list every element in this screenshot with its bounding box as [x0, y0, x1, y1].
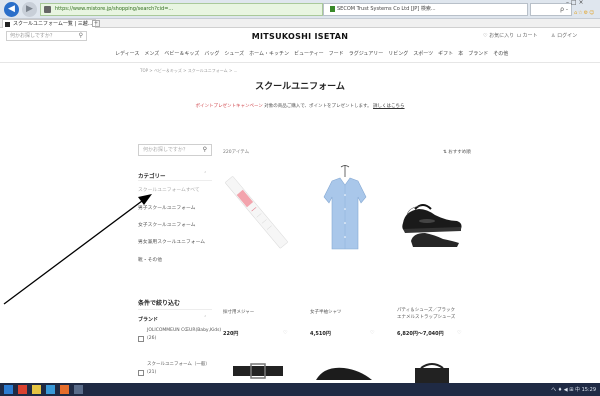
- campaign-link[interactable]: 詳しくはこちら: [373, 104, 405, 109]
- page-title: スクールユニフォーム: [255, 82, 345, 92]
- brand-count: (26): [147, 336, 157, 341]
- global-nav-item[interactable]: ベビー＆キッズ: [164, 50, 199, 57]
- product-image-loafer[interactable]: [310, 360, 380, 383]
- tab-bar: スクールユニフォーム一覧 | 三越... +: [0, 19, 600, 28]
- global-nav-item[interactable]: ブランド: [468, 50, 488, 57]
- cart-link[interactable]: ⊔ カート: [517, 32, 538, 39]
- sidebar-search-input[interactable]: 何かお探しですか？ ⚲: [138, 144, 212, 156]
- category-item[interactable]: 女子スクールユニフォーム: [138, 221, 195, 228]
- heart-icon[interactable]: ♡: [457, 330, 461, 336]
- product-price: 220円: [223, 331, 239, 337]
- product-image-measuring-tape[interactable]: [223, 163, 293, 259]
- cert-text: SECOM Trust Systems Co Ltd [JP]: [337, 6, 420, 12]
- chevron-up-icon[interactable]: ˆ: [204, 316, 207, 322]
- cert-suffix: 検索...: [420, 6, 436, 12]
- favicon-icon: [5, 22, 10, 27]
- campaign-text: 対象の商品ご購入で、ポイントをプレゼントします。: [264, 104, 372, 109]
- global-nav-item[interactable]: バッグ: [204, 50, 219, 57]
- sort-select[interactable]: ⇅ おすすめ順: [443, 149, 471, 155]
- product-name[interactable]: 女子半袖シャツ: [310, 309, 342, 316]
- toolbar-icons[interactable]: ⌂☆⚙☺: [574, 10, 595, 16]
- category-item[interactable]: スクールユニフォームすべて: [138, 186, 200, 193]
- category-item[interactable]: 男子スクールユニフォーム: [138, 204, 195, 211]
- breadcrumb[interactable]: TOP > ベビー＆キッズ > スクールユニフォーム > ...: [140, 68, 237, 74]
- brand-count: (21): [147, 370, 157, 375]
- tab-active[interactable]: スクールユニフォーム一覧 | 三越...: [2, 19, 97, 28]
- product-image-strap-shoes[interactable]: [397, 163, 467, 259]
- favorites-link[interactable]: ♡ お気に入り: [483, 32, 514, 39]
- search-icon[interactable]: ⚲: [203, 145, 207, 155]
- tab-title: スクールユニフォーム一覧 | 三越...: [13, 21, 93, 27]
- url-field[interactable]: https://www.mistore.jp/shopping/search?c…: [40, 3, 323, 16]
- product-name[interactable]: パティ＆シューズ／ブラックエナメルストラップシューズ: [397, 307, 459, 321]
- product-price: 6,820円〜7,040円: [397, 331, 444, 337]
- brand-heading[interactable]: ブランド: [138, 316, 158, 323]
- brand-checkbox[interactable]: [138, 370, 144, 376]
- global-nav-item[interactable]: シューズ: [224, 50, 244, 57]
- product-image-bag[interactable]: [397, 360, 467, 383]
- category-item[interactable]: 靴・その他: [138, 256, 162, 263]
- lock-icon: [44, 6, 51, 13]
- product-image-girls-shirt[interactable]: [310, 163, 380, 259]
- global-nav-item[interactable]: その他: [493, 50, 508, 57]
- filter-heading: 条件で絞り込む: [138, 300, 181, 307]
- heart-icon[interactable]: ♡: [283, 330, 287, 336]
- browser-window: ◀ ▶ https://www.mistore.jp/shopping/sear…: [0, 0, 600, 396]
- login-link[interactable]: ♙ ログイン: [551, 32, 577, 39]
- site-content: 何かお探しですか？ ⚲ MITSUKOSHI ISETAN ♡ お気に入り ⊔ …: [0, 28, 600, 383]
- global-nav: レディース メンズ ベビー＆キッズ バッグ シューズ ホーム・キッチン ビューティー フードラ…: [115, 50, 508, 57]
- category-heading[interactable]: カテゴリー: [138, 172, 166, 180]
- brand-checkbox[interactable]: [138, 336, 144, 342]
- certificate-indicator[interactable]: SECOM Trust Systems Co Ltd [JP] 検索...: [323, 3, 528, 16]
- heart-icon[interactable]: ♡: [370, 330, 374, 336]
- padlock-icon: [330, 5, 335, 12]
- divider: [138, 180, 212, 181]
- taskbar: へ ♦ ◀ ⊞ 中 15:29: [0, 383, 600, 396]
- header-divider: [0, 62, 600, 63]
- global-nav-item[interactable]: フード: [329, 50, 344, 57]
- new-tab-icon[interactable]: +: [92, 20, 100, 27]
- global-nav-item[interactable]: メンズ: [144, 50, 159, 57]
- campaign-highlight[interactable]: ポイントプレゼントキャンペーン: [195, 104, 262, 109]
- system-tray[interactable]: へ ♦ ◀ ⊞ 中 15:29: [551, 386, 596, 393]
- global-nav-item[interactable]: 本: [458, 50, 463, 57]
- app-icon[interactable]: [74, 385, 83, 394]
- global-nav-item[interactable]: ビューティー: [294, 50, 324, 57]
- product-image-belt[interactable]: [223, 360, 293, 383]
- folder-icon[interactable]: [32, 385, 41, 394]
- start-icon[interactable]: [4, 385, 13, 394]
- brand-label[interactable]: スクールユニフォーム（一般）: [147, 362, 210, 368]
- global-nav-item[interactable]: レディース: [115, 50, 139, 57]
- back-button-icon[interactable]: ◀: [4, 2, 19, 17]
- global-nav-item[interactable]: スポーツ: [413, 50, 433, 57]
- product-price: 4,510円: [310, 331, 331, 337]
- forward-button-icon[interactable]: ▶: [22, 2, 37, 17]
- app-icon[interactable]: [18, 385, 27, 394]
- campaign-banner: ポイントプレゼントキャンペーン 対象の商品ご購入で、ポイントをプレゼントします。…: [0, 103, 600, 109]
- product-name[interactable]: 採寸用メジャー: [223, 309, 254, 316]
- browser-icon[interactable]: [46, 385, 55, 394]
- brand-label[interactable]: JOLICOMMEUN CŒUR(Baby,Kids): [147, 328, 221, 334]
- window-controls[interactable]: – □ ×: [566, 0, 584, 6]
- global-nav-item[interactable]: ラグジュアリー: [349, 50, 384, 57]
- divider: [138, 309, 212, 310]
- address-bar: ◀ ▶ https://www.mistore.jp/shopping/sear…: [0, 0, 600, 19]
- url-text: https://www.mistore.jp/shopping/search?c…: [55, 6, 174, 12]
- chevron-up-icon[interactable]: ˆ: [204, 172, 207, 178]
- global-nav-item[interactable]: リビング: [388, 50, 408, 57]
- global-nav-item[interactable]: ホーム・キッチン: [249, 50, 289, 57]
- global-nav-item[interactable]: ギフト: [438, 50, 453, 57]
- sidebar-search-placeholder: 何かお探しですか？: [143, 147, 188, 153]
- result-count: 220アイテム: [223, 150, 250, 155]
- category-item[interactable]: 男女兼用スクールユニフォーム: [138, 238, 205, 245]
- app-icon[interactable]: [60, 385, 69, 394]
